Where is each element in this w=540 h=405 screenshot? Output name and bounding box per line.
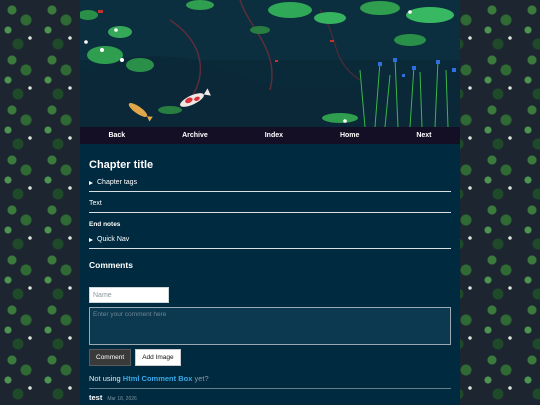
divider bbox=[89, 388, 451, 389]
nav-next-link[interactable]: Next bbox=[416, 132, 431, 139]
quick-nav-label: Quick Nav bbox=[97, 236, 130, 243]
chapter-body-text: Text bbox=[89, 200, 102, 207]
nav-archive-link[interactable]: Archive bbox=[182, 132, 208, 139]
koi-pond-banner bbox=[80, 0, 460, 127]
comment-author: test bbox=[89, 393, 103, 402]
promo-suffix: yet? bbox=[194, 374, 209, 383]
chapter-nav-bar: Back Archive Index Home Next bbox=[80, 127, 460, 144]
divider bbox=[89, 248, 451, 249]
nav-back-link[interactable]: Back bbox=[108, 132, 125, 139]
triangle-right-icon bbox=[89, 180, 93, 185]
comment-textarea[interactable]: Enter your comment here bbox=[89, 307, 451, 345]
html-comment-box-link[interactable]: Html Comment Box bbox=[123, 374, 193, 383]
koi-pond-illustration bbox=[80, 0, 460, 127]
comments-heading: Comments bbox=[89, 260, 133, 270]
divider bbox=[89, 191, 451, 192]
chapter-title: Chapter title bbox=[89, 159, 154, 171]
triangle-right-icon bbox=[89, 237, 93, 242]
comment-entry: test Mar 18, 2026 bbox=[89, 393, 451, 402]
chapter-tags-toggle[interactable]: Chapter tags bbox=[89, 179, 451, 186]
comment-date: Mar 18, 2026 bbox=[107, 396, 137, 402]
chapter-page: Back Archive Index Home Next Chapter tit… bbox=[80, 0, 460, 405]
chapter-tags-label: Chapter tags bbox=[97, 179, 138, 186]
chapter-content: Chapter title Chapter tags Text End note… bbox=[89, 144, 451, 402]
promo-line: Not using Html Comment Box yet? bbox=[89, 374, 451, 383]
promo-prefix: Not using bbox=[89, 374, 121, 383]
comment-submit-button[interactable]: Comment bbox=[89, 349, 132, 366]
end-notes-heading: End notes bbox=[89, 221, 121, 228]
add-image-button[interactable]: Add Image bbox=[135, 349, 181, 366]
comment-actions: Comment Add Image bbox=[89, 349, 451, 366]
divider bbox=[89, 212, 451, 213]
name-input[interactable]: Name bbox=[89, 287, 169, 303]
nav-home-link[interactable]: Home bbox=[340, 132, 359, 139]
quick-nav-toggle[interactable]: Quick Nav bbox=[89, 236, 451, 243]
nav-index-link[interactable]: Index bbox=[265, 132, 283, 139]
